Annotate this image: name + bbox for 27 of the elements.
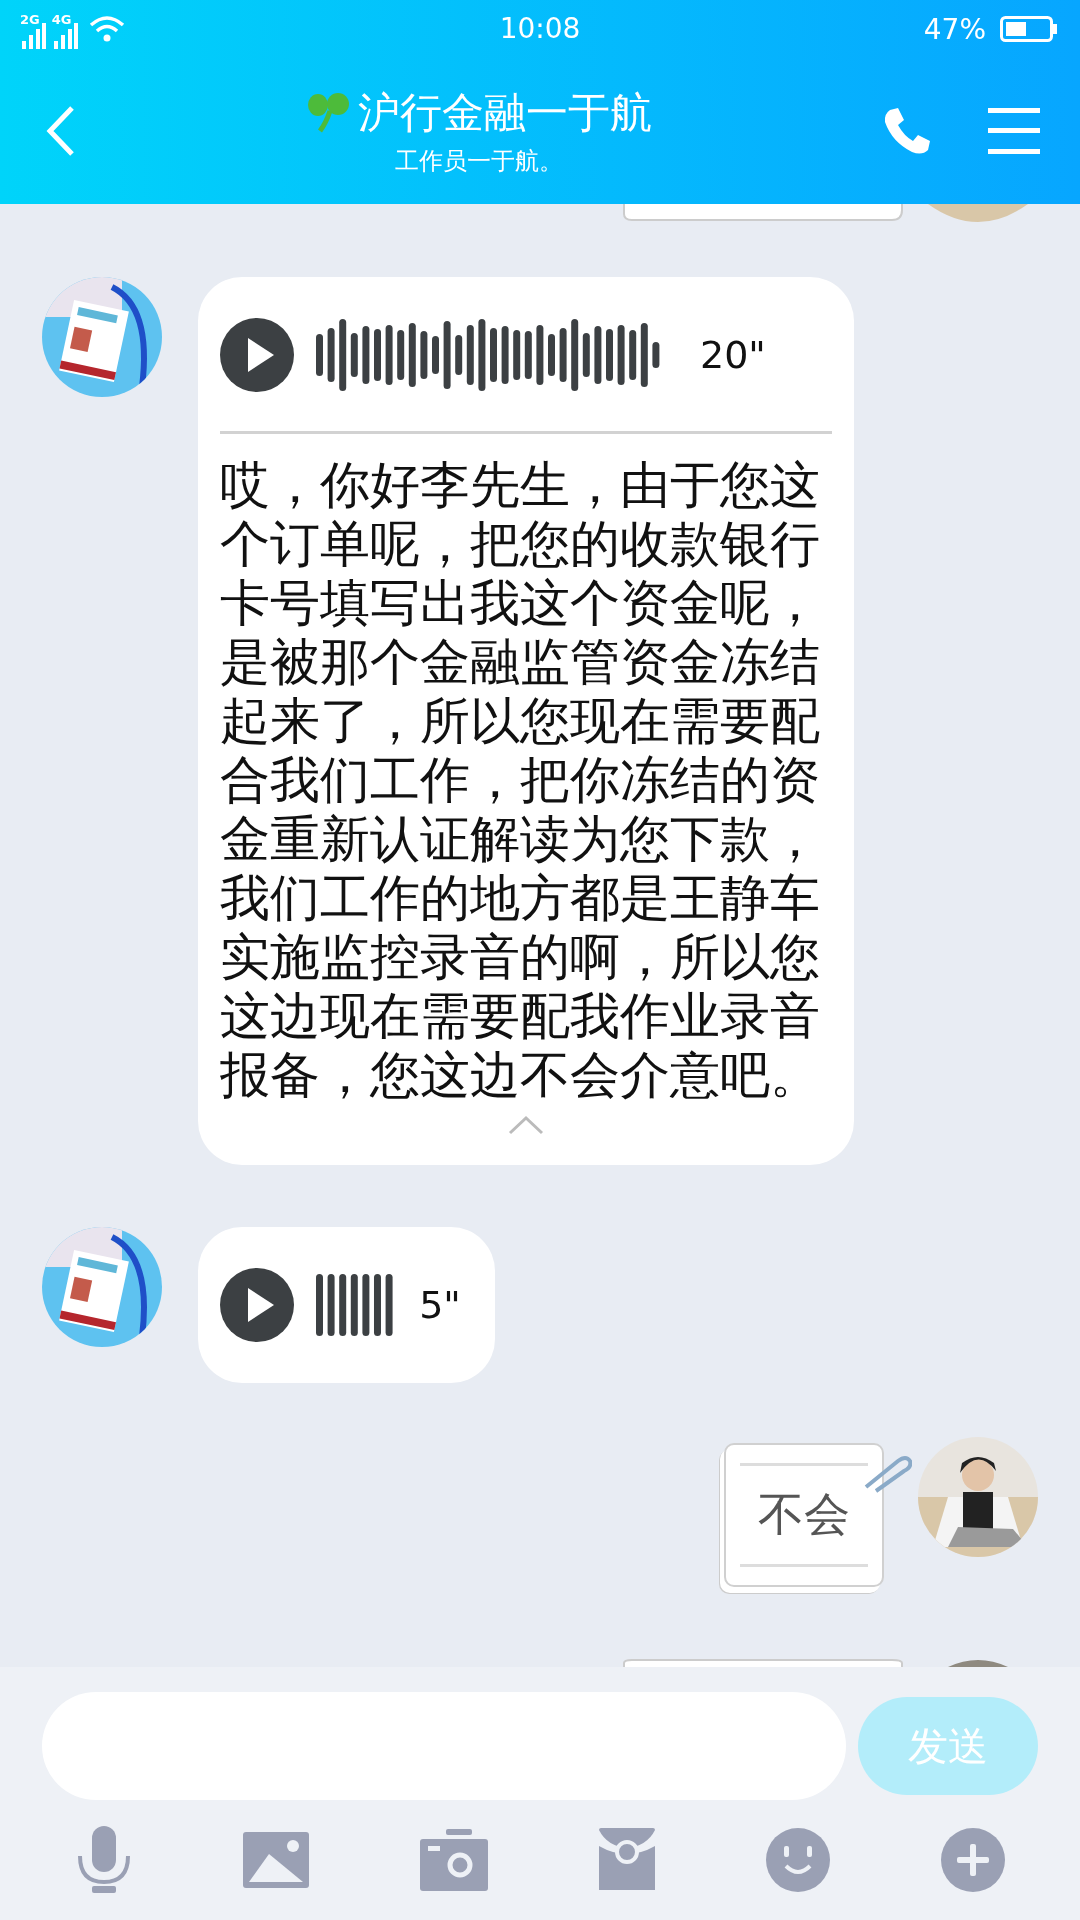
plus-icon[interactable] — [940, 1828, 1005, 1892]
play-icon[interactable] — [220, 1268, 294, 1342]
menu-icon[interactable] — [988, 108, 1040, 154]
signal-icon — [22, 23, 46, 49]
transcript-text: 哎，你好李先生，由于您这个订单呢，把您的收款银行卡号填写出我这个资金呢，是被那个金融监管资金冻结起来了，所以您现在需要配合我们工作，把你冻结的资金重新认证解读为您下款，我们工作的地方都是王静车实施监控录音的啊，所以您这边现在需要配我作业录音报备，您这边不会介意吧。 — [220, 455, 821, 1106]
voice-duration: 5" — [419, 1283, 461, 1327]
play-icon[interactable] — [220, 318, 294, 392]
chat-title: 沪行金融一于航 — [358, 87, 652, 139]
camera-icon[interactable] — [419, 1829, 488, 1891]
network-label: 4G — [51, 12, 72, 27]
back-icon[interactable] — [46, 105, 76, 157]
clock-time: 10:08 — [498, 12, 582, 45]
microphone-icon[interactable] — [75, 1826, 132, 1894]
voice-duration: 20" — [700, 333, 766, 377]
signal-icon — [53, 23, 78, 49]
image-icon[interactable] — [242, 1832, 309, 1888]
battery-percent: 47% — [923, 12, 986, 46]
smiley-icon[interactable] — [765, 1828, 830, 1892]
chat-subtitle: 工作员一于航。 — [395, 146, 563, 177]
envelope-icon[interactable] — [598, 1828, 655, 1892]
wifi-icon — [89, 15, 126, 43]
message-text: 不会 — [740, 1463, 868, 1567]
phone-icon[interactable] — [882, 106, 932, 156]
sprout-icon — [306, 91, 350, 135]
network-label: 2G — [20, 12, 40, 27]
battery-icon — [1000, 16, 1058, 42]
chevron-up-icon[interactable] — [508, 1115, 544, 1135]
